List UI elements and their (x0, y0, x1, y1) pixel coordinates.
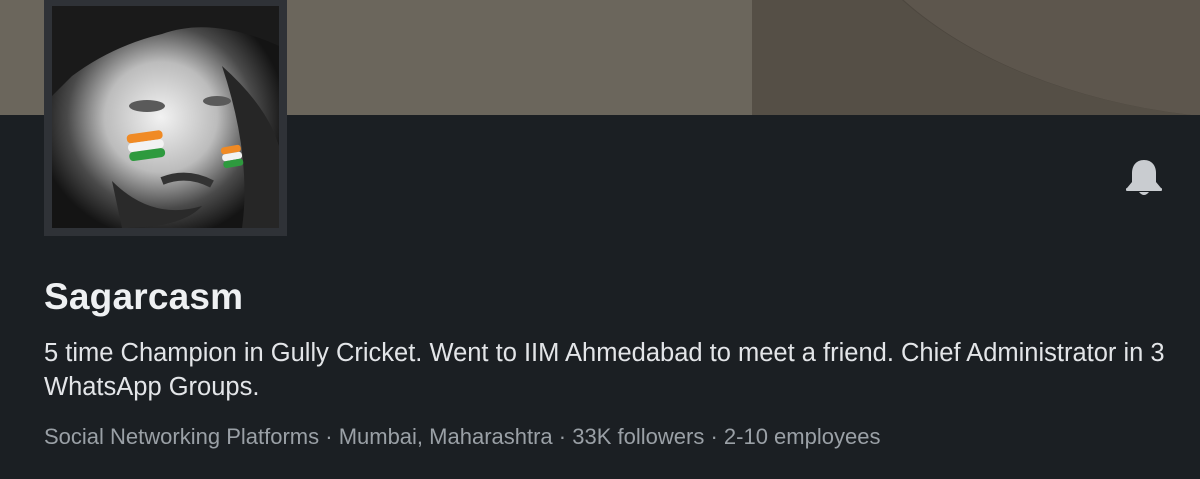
company-logo[interactable] (52, 6, 279, 228)
company-tagline: 5 time Champion in Gully Cricket. Went t… (44, 339, 1165, 401)
separator: · (558, 424, 567, 449)
followers-link[interactable]: 33K followers (572, 424, 704, 449)
bell-icon[interactable] (1122, 158, 1166, 198)
company-logo-frame[interactable] (44, 0, 287, 236)
location: Mumbai, Maharashtra (338, 424, 553, 449)
separator: · (325, 424, 333, 449)
profile-photo-icon (52, 6, 279, 228)
employees-link[interactable]: 2-10 employees (724, 424, 881, 449)
industry: Social Networking Platforms (44, 424, 320, 449)
company-name: Sagarcasm (44, 276, 244, 317)
company-meta: Social Networking Platforms · Mumbai, Ma… (44, 424, 1184, 450)
separator: · (710, 424, 718, 449)
